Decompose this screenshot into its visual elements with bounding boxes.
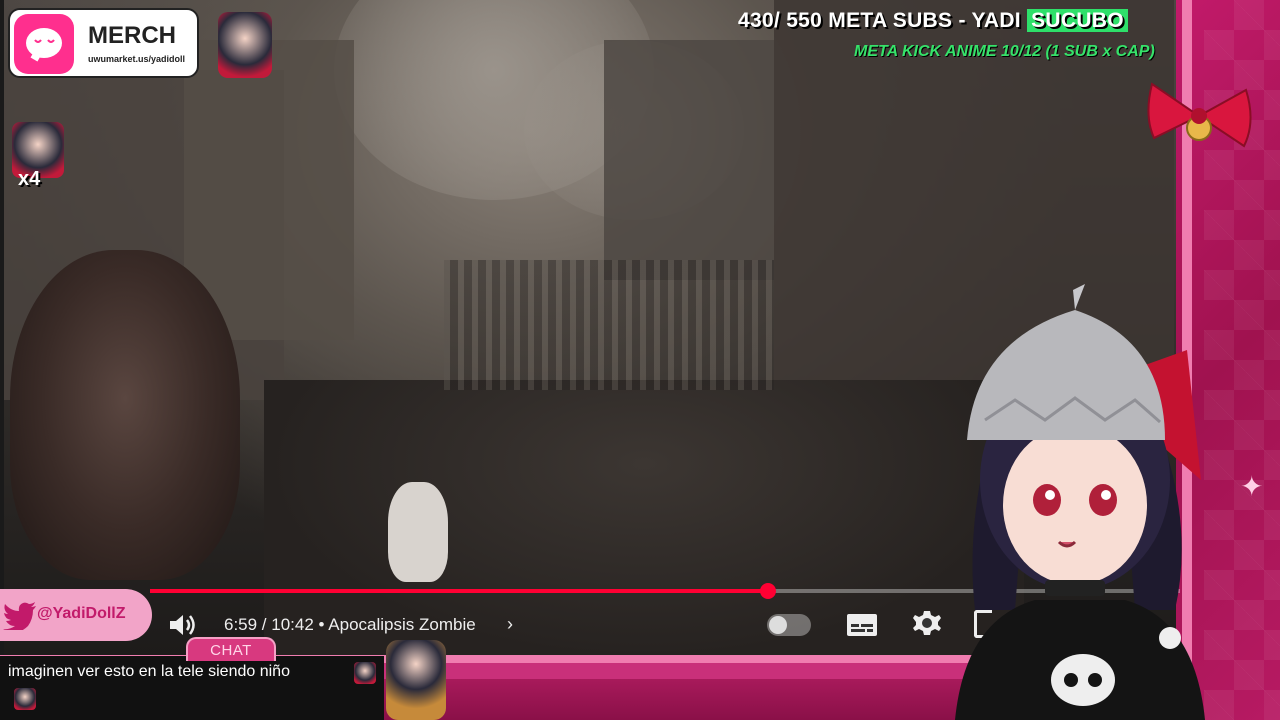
time-display: 6:59 / 10:42 • Apocalipsis Zombie (224, 615, 476, 634)
merch-url: uwumarket.us/yadidoll (88, 54, 186, 64)
merch-card[interactable]: MERCH uwumarket.us/yadidoll (8, 8, 199, 78)
uwumarket-logo-icon (14, 14, 74, 74)
progress-thumb[interactable] (760, 583, 776, 599)
chevron-right-icon[interactable]: › (507, 614, 513, 635)
captions-icon[interactable] (846, 613, 878, 637)
zombie-crowd (444, 260, 774, 390)
chibi-avatar (218, 12, 272, 78)
chat-message: imaginen ver esto en la tele siendo niño (8, 663, 290, 680)
street (264, 380, 1024, 655)
twitter-handle: @YadiDollZ (37, 605, 126, 622)
twitter-badge[interactable]: @YadiDollZ (0, 589, 152, 641)
toggle-knob (769, 616, 787, 634)
twitter-bird-icon (3, 602, 36, 630)
white-figure (388, 482, 448, 582)
chat-user-avatar (14, 688, 36, 710)
subs-counter: 430/ 550 META SUBS - YADI SUCUBO (738, 9, 1128, 33)
progress-fill (150, 589, 768, 593)
sparkle-icon: ✦ (1240, 471, 1264, 502)
bow-icon (1147, 82, 1252, 148)
multiplier-badge: x4 (18, 168, 41, 190)
zombie-face (10, 250, 240, 580)
volume-icon[interactable] (168, 612, 196, 638)
chat-tab[interactable]: CHAT (186, 637, 276, 661)
gear-icon[interactable] (912, 608, 942, 638)
vtuber-avatar (955, 284, 1205, 720)
goal-line: META KICK ANIME 10/12 (1 SUB x CAP) (854, 43, 1155, 60)
merch-title: MERCH (88, 22, 176, 49)
autoplay-toggle[interactable] (767, 614, 811, 636)
chat-user-avatar (354, 662, 376, 684)
video-title[interactable]: Apocalipsis Zombie (328, 615, 475, 634)
building (604, 40, 774, 280)
chibi-mascot (386, 640, 446, 720)
